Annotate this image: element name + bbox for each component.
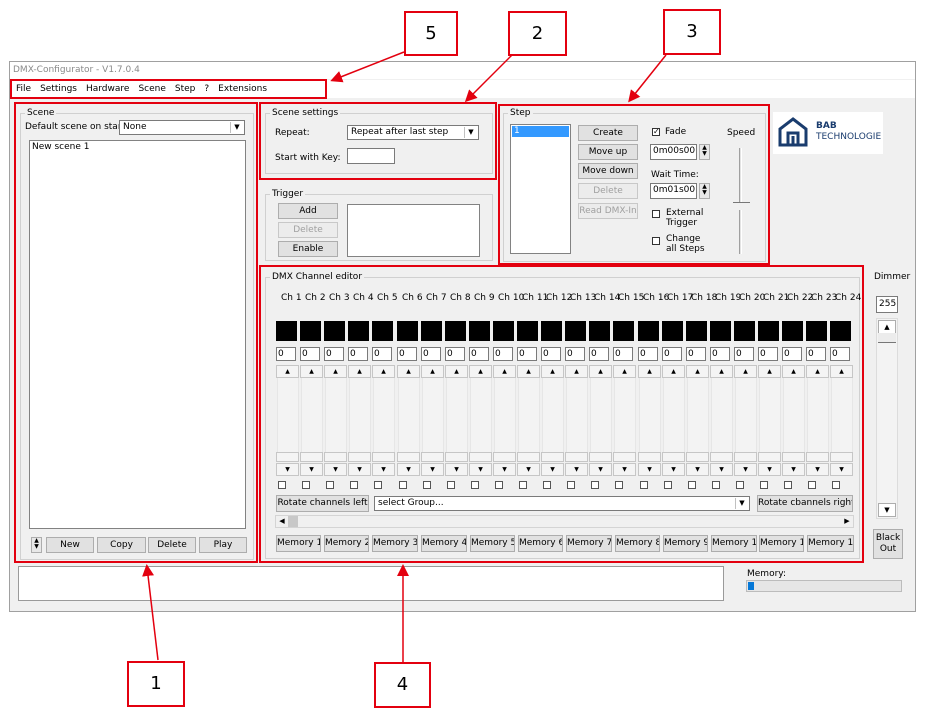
callout-arrows [142, 51, 667, 662]
callout-arrow-3 [628, 54, 667, 103]
callout-arrow-5 [330, 51, 405, 83]
callout-4: 4 [374, 662, 431, 708]
callout-1: 1 [127, 661, 185, 707]
callout-2: 2 [508, 11, 567, 56]
callout-5: 5 [404, 11, 458, 56]
callout-arrow-1 [142, 564, 159, 661]
callout-3: 3 [663, 9, 721, 55]
callout-arrow-2 [464, 54, 513, 103]
